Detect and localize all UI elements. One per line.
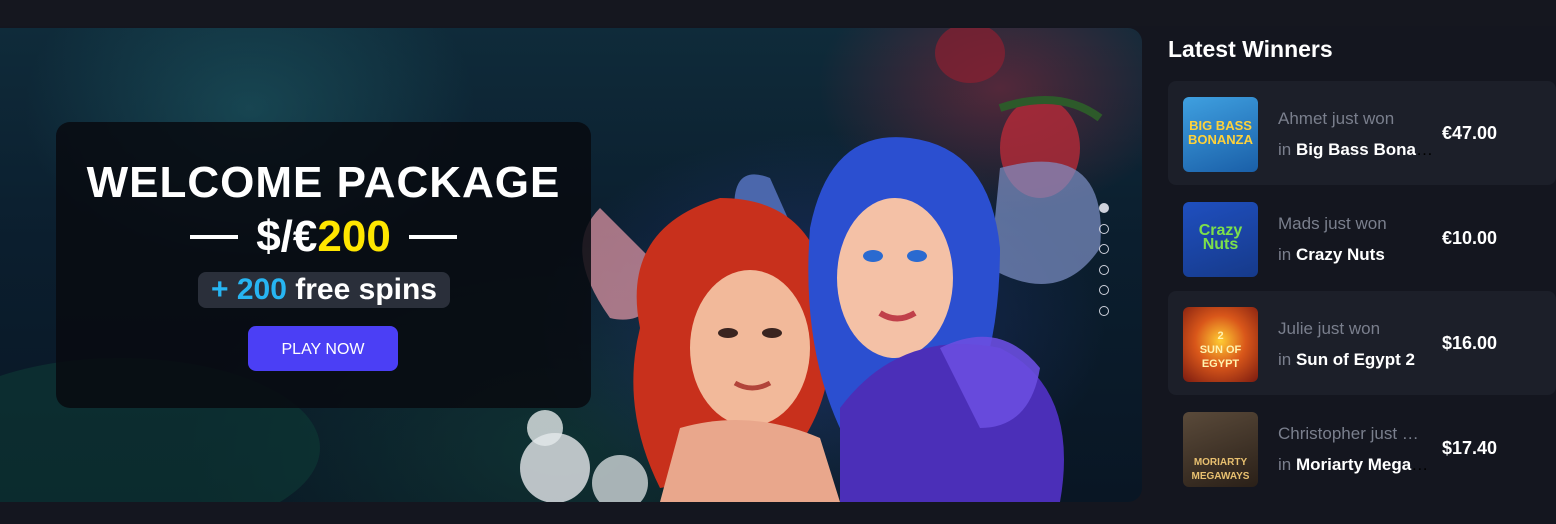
game-thumbnail[interactable]: BIG BASS BONANZA [1183, 97, 1258, 172]
right-dash [408, 235, 457, 239]
free-spins-badge: + 200 free spins [198, 272, 450, 308]
amount-value: 200 [317, 212, 391, 261]
game-thumbnail[interactable]: 2 SUN OF EGYPT [1183, 307, 1258, 382]
welcome-package-card: WELCOME PACKAGE $/€200 + 200 free spins … [56, 122, 591, 408]
free-spins-count: + 200 [211, 273, 287, 306]
game-thumbnail[interactable]: MORIARTY MEGAWAYS [1183, 412, 1258, 487]
game-link[interactable]: Crazy Nuts [1296, 245, 1385, 264]
play-now-button[interactable]: PLAY NOW [248, 326, 398, 371]
hero-banner[interactable]: WELCOME PACKAGE $/€200 + 200 free spins … [0, 28, 1142, 502]
carousel-dot-6[interactable] [1099, 305, 1109, 316]
game-thumbnail[interactable]: Crazy Nuts [1183, 202, 1258, 277]
promo-amount: $/€200 [56, 212, 591, 262]
win-amount: €10.00 [1442, 228, 1498, 248]
carousel-dot-2[interactable] [1099, 223, 1109, 234]
game-link[interactable]: Sun of Egypt 2 [1296, 350, 1415, 369]
winner-name: Julie just won [1278, 319, 1381, 338]
winner-name: Christopher just won [1278, 424, 1428, 443]
carousel-dots [1099, 203, 1109, 327]
game-link[interactable]: Big Bass Bonanza [1296, 140, 1433, 159]
winner-name: Mads just won [1278, 214, 1387, 233]
carousel-dot-4[interactable] [1099, 264, 1109, 275]
win-amount: $17.40 [1442, 438, 1498, 458]
carousel-dot-3[interactable] [1099, 244, 1109, 255]
win-amount: $16.00 [1442, 333, 1498, 353]
top-bar [0, 0, 1556, 26]
left-dash [190, 235, 239, 239]
winner-row[interactable]: 2 SUN OF EGYPT Julie just won in Sun of … [1168, 291, 1556, 395]
win-amount: €47.00 [1442, 123, 1498, 143]
free-spins-label: free spins [295, 273, 437, 306]
promo-title: WELCOME PACKAGE [86, 158, 561, 207]
latest-winners-title: Latest Winners [1168, 36, 1333, 62]
carousel-dot-1[interactable] [1099, 203, 1109, 213]
winner-name: Ahmet just won [1278, 109, 1395, 128]
winner-row[interactable]: MORIARTY MEGAWAYS Christopher just won i… [1168, 396, 1556, 500]
carousel-dot-5[interactable] [1099, 285, 1109, 296]
game-link[interactable]: Moriarty Megaways [1296, 455, 1433, 474]
amount-currency: $/€ [256, 212, 318, 261]
winner-row[interactable]: BIG BASS BONANZA Ahmet just won in Big B… [1168, 81, 1556, 185]
winner-row[interactable]: Crazy Nuts Mads just won in Crazy Nuts €… [1168, 186, 1556, 290]
